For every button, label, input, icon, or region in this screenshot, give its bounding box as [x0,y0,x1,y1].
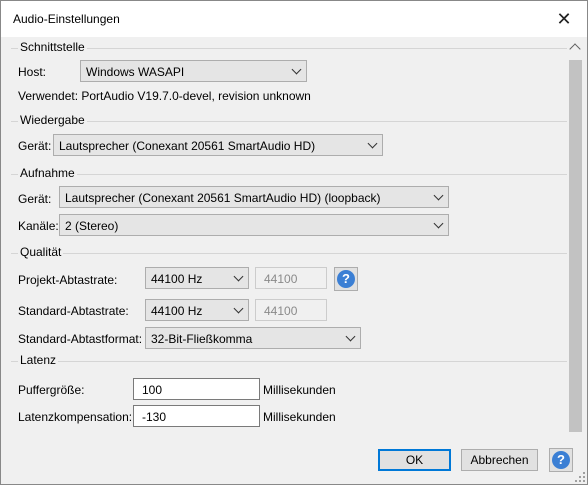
latency-compensation-value: -130 [142,410,167,424]
resize-grip-icon[interactable] [575,472,585,482]
recording-device-select[interactable]: Lautsprecher (Conexant 20561 SmartAudio … [59,186,449,208]
buffer-size-label: Puffergröße: [18,383,85,397]
vertical-scrollbar[interactable] [567,39,584,435]
recording-device-label: Gerät: [18,192,52,206]
playback-device-value: Lautsprecher (Conexant 20561 SmartAudio … [59,139,316,153]
chevron-down-icon [233,271,244,282]
title-bar: Audio-Einstellungen ✕ [1,1,587,37]
host-select-value: Windows WASAPI [86,65,185,79]
chevron-down-icon [233,303,244,314]
group-title-latenz: Latenz [18,353,59,367]
help-icon: ? [552,451,570,469]
portaudio-version-text: Verwendet: PortAudio V19.7.0-devel, revi… [18,89,311,103]
chevron-down-icon [433,218,444,229]
host-select[interactable]: Windows WASAPI [80,60,307,82]
channels-value: 2 (Stereo) [65,219,119,233]
ok-button[interactable]: OK [378,449,451,471]
default-rate-value: 44100 Hz [151,304,203,318]
default-rate-input[interactable]: 44100 [255,299,327,321]
group-title-qualitaet: Qualität [18,245,64,259]
project-rate-value: 44100 Hz [151,272,203,286]
buffer-size-value: 100 [142,383,163,397]
recording-device-value: Lautsprecher (Conexant 20561 SmartAudio … [65,191,381,205]
close-icon[interactable]: ✕ [541,1,587,37]
scrollbar-thumb[interactable] [569,60,582,432]
audio-settings-dialog: Audio-Einstellungen ✕ Schnittstelle Host… [0,0,588,485]
channels-select[interactable]: 2 (Stereo) [59,214,449,236]
group-title-schnittstelle: Schnittstelle [18,40,87,54]
default-format-label: Standard-Abtastformat: [18,332,143,346]
help-icon: ? [337,270,355,288]
default-format-select[interactable]: 32-Bit-Fließkomma [145,327,361,349]
playback-device-select[interactable]: Lautsprecher (Conexant 20561 SmartAudio … [53,134,383,156]
project-rate-input[interactable]: 44100 [255,267,327,289]
cancel-button[interactable]: Abbrechen [461,449,538,471]
chevron-up-icon[interactable] [569,43,581,55]
project-rate-input-value: 44100 [264,272,298,286]
help-button-rate[interactable]: ? [334,267,358,291]
default-rate-input-value: 44100 [264,304,298,318]
channels-label: Kanäle: [18,219,59,233]
default-rate-label: Standard-Abtastrate: [18,304,129,318]
default-rate-select[interactable]: 44100 Hz [145,299,249,321]
latency-compensation-label: Latenzkompensation: [18,410,133,424]
project-rate-label: Projekt-Abtastrate: [18,273,118,287]
chevron-down-icon [433,190,444,201]
help-button[interactable]: ? [549,448,573,472]
host-label: Host: [18,65,47,79]
chevron-down-icon [367,138,378,149]
default-format-value: 32-Bit-Fließkomma [151,332,253,346]
project-rate-select[interactable]: 44100 Hz [145,267,249,289]
group-title-wiedergabe: Wiedergabe [18,113,87,127]
group-title-aufnahme: Aufnahme [18,166,77,180]
chevron-down-icon [345,331,356,342]
buffer-size-input[interactable]: 100 [133,378,260,400]
chevron-down-icon [291,64,302,75]
buffer-size-unit: Millisekunden [263,383,336,397]
latency-compensation-unit: Millisekunden [263,410,336,424]
playback-device-label: Gerät: [18,139,52,153]
settings-content: Schnittstelle Host: Windows WASAPI Verwe… [5,39,567,435]
latency-compensation-input[interactable]: -130 [133,405,260,427]
window-title: Audio-Einstellungen [13,12,120,26]
